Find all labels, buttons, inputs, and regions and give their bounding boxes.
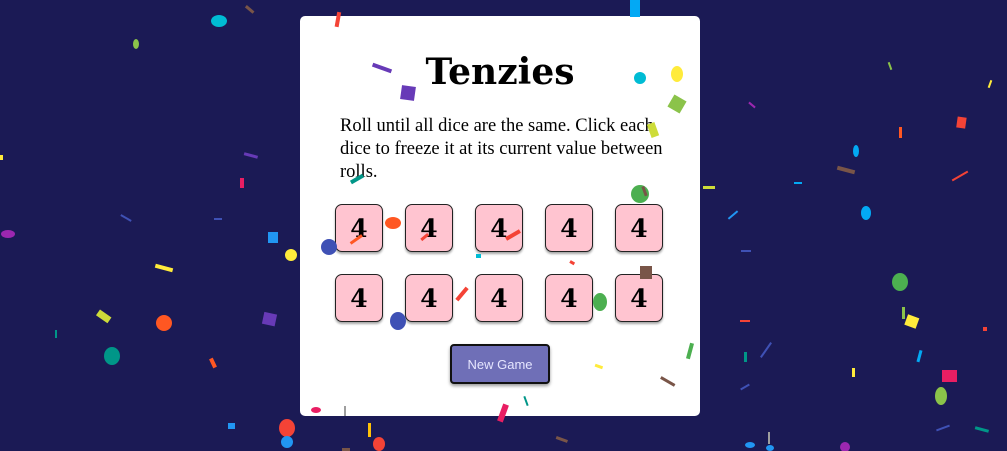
- confetti-piece: [630, 0, 640, 17]
- confetti-piece: [942, 370, 957, 382]
- die-2[interactable]: 4: [405, 204, 453, 252]
- confetti-piece: [768, 432, 770, 444]
- confetti-piece: [951, 170, 969, 182]
- confetti-piece: [740, 320, 750, 322]
- confetti-piece: [983, 327, 987, 331]
- die-7[interactable]: 4: [405, 274, 453, 322]
- die-3[interactable]: 4: [475, 204, 523, 252]
- dice-grid: 4 4 4 4 4 4 4 4 4 4: [335, 204, 665, 324]
- confetti-piece: [902, 307, 905, 319]
- confetti-piece: [279, 419, 295, 437]
- confetti-piece: [936, 424, 950, 432]
- confetti-piece: [281, 436, 293, 448]
- confetti-piece: [916, 349, 923, 363]
- confetti-piece: [228, 423, 235, 429]
- confetti-piece: [0, 155, 3, 160]
- confetti-piece: [974, 426, 990, 433]
- confetti-piece: [727, 210, 739, 220]
- confetti-piece: [555, 436, 568, 443]
- confetti-piece: [740, 383, 750, 391]
- confetti-piece: [104, 347, 120, 365]
- confetti-piece: [840, 442, 850, 451]
- confetti-piece: [766, 445, 774, 451]
- confetti-piece: [209, 357, 217, 369]
- confetti-piece: [760, 342, 772, 358]
- confetti-piece: [268, 232, 278, 243]
- confetti-piece: [156, 315, 172, 331]
- die-8[interactable]: 4: [475, 274, 523, 322]
- confetti-piece: [852, 368, 855, 377]
- new-game-button[interactable]: New Game: [450, 344, 550, 384]
- confetti-piece: [744, 352, 747, 362]
- game-card: Tenzies Roll until all dice are the same…: [300, 16, 700, 416]
- confetti-piece: [285, 249, 297, 261]
- confetti-piece: [956, 116, 967, 129]
- confetti-piece: [95, 309, 112, 324]
- confetti-piece: [240, 178, 244, 188]
- confetti-piece: [261, 311, 278, 327]
- confetti-piece: [55, 330, 57, 338]
- confetti-piece: [211, 15, 227, 27]
- die-6[interactable]: 4: [335, 274, 383, 322]
- confetti-piece: [154, 263, 174, 273]
- game-title: Tenzies: [425, 51, 575, 93]
- confetti-piece: [748, 101, 756, 109]
- confetti-piece: [887, 61, 893, 71]
- confetti-piece: [745, 442, 755, 448]
- confetti-piece: [368, 423, 371, 437]
- confetti-piece: [892, 273, 908, 291]
- die-4[interactable]: 4: [545, 204, 593, 252]
- confetti-piece: [133, 39, 139, 49]
- game-instructions: Roll until all dice are the same. Click …: [340, 116, 663, 182]
- confetti-piece: [741, 250, 751, 252]
- confetti-piece: [373, 437, 385, 451]
- confetti-piece: [853, 145, 859, 157]
- die-1[interactable]: 4: [335, 204, 383, 252]
- confetti-piece: [899, 127, 902, 138]
- confetti-piece: [243, 152, 259, 159]
- confetti-piece: [794, 182, 802, 184]
- confetti-piece: [935, 387, 947, 405]
- confetti-piece: [861, 206, 871, 220]
- confetti-piece: [1, 230, 15, 238]
- confetti-piece: [703, 186, 715, 189]
- confetti-piece: [836, 165, 856, 175]
- die-10[interactable]: 4: [615, 274, 663, 322]
- die-5[interactable]: 4: [615, 204, 663, 252]
- die-9[interactable]: 4: [545, 274, 593, 322]
- confetti-piece: [987, 79, 993, 89]
- confetti-piece: [244, 5, 255, 14]
- confetti-piece: [904, 314, 920, 329]
- confetti-piece: [120, 214, 132, 222]
- confetti-piece: [214, 218, 222, 220]
